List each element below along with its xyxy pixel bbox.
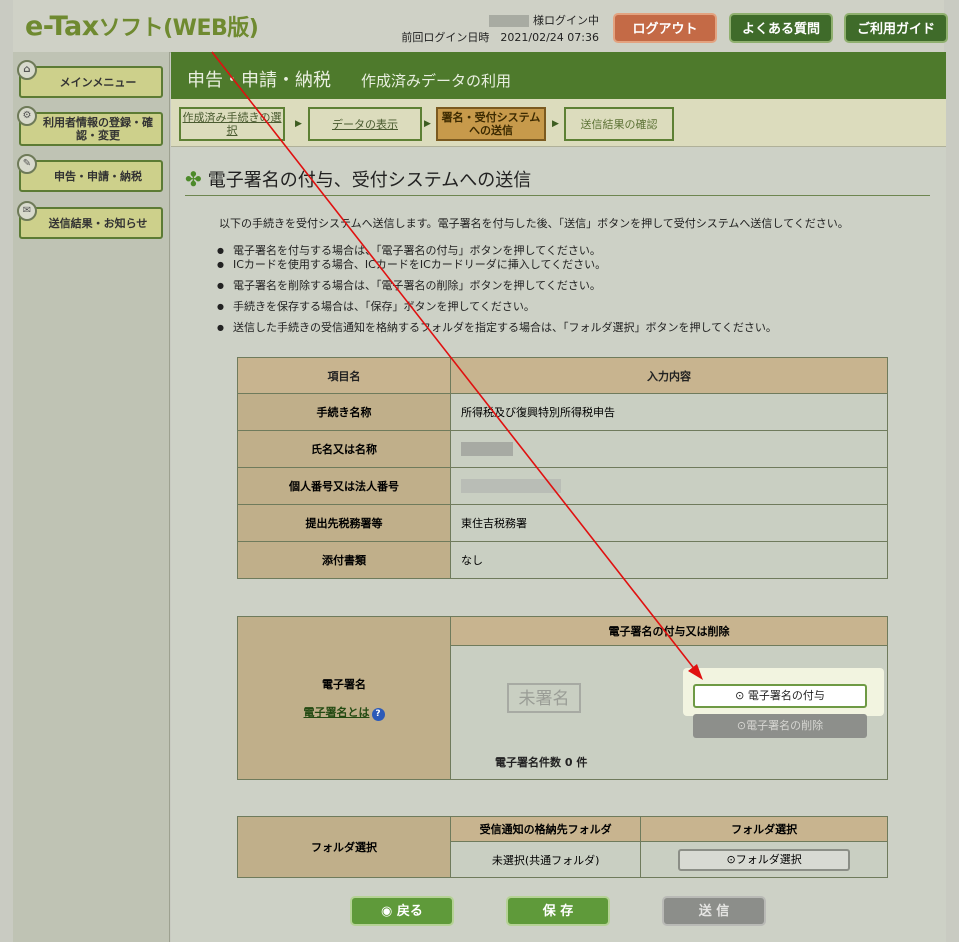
page: e-Taxソフト(WEB版) 様ログイン中 前回ログイン日時 2021/02/2…: [0, 0, 959, 942]
instruction-list: 電子署名を付与する場合は、「電子署名の付与」ボタンを押してください。 ICカード…: [217, 244, 777, 342]
table-row: 手続き名称 所得税及び復興特別所得税申告: [237, 393, 888, 431]
main-content: 申告・申請・納税 作成済みデータの利用 作成済み手続きの選択 ▶ データの表示 …: [171, 52, 946, 942]
section-title: ✤ 電子署名の付与、受付システムへの送信: [185, 167, 532, 191]
title-divider: [185, 195, 930, 196]
procedure-info-table: 項目名 入力内容 手続き名称 所得税及び復興特別所得税申告 氏名又は名称 個人番…: [237, 357, 888, 579]
signature-table: 電子署名 電子署名とは? 電子署名の付与又は削除 未署名 ⊙ 電子署名の付与 ⊙…: [237, 616, 888, 780]
step-sign-send: 署名・受付システムへの送信: [436, 107, 546, 141]
header: e-Taxソフト(WEB版) 様ログイン中 前回ログイン日時 2021/02/2…: [13, 0, 948, 53]
unsigned-status: 未署名: [507, 683, 581, 713]
step-arrow-icon: ▶: [424, 119, 431, 129]
row-label: 個人番号又は法人番号: [237, 467, 451, 505]
folder-button-cell: ⊙フォルダ選択: [640, 841, 888, 878]
instruction-subitem: ICカードを使用する場合、ICカードをICカードリーダに挿入してください。: [217, 258, 777, 272]
step-result-check: 送信結果の確認: [564, 107, 674, 141]
faq-button[interactable]: よくある質問: [729, 13, 833, 43]
sidebar-item-main-menu[interactable]: ⌂ メインメニュー: [17, 60, 163, 98]
intro-text: 以下の手続きを受付システムへ送信します。電子署名を付与した後、「送信」ボタンを押…: [219, 217, 849, 230]
instruction-item: 電子署名を付与する場合は、「電子署名の付与」ボタンを押してください。: [217, 244, 777, 258]
col-header-input: 入力内容: [450, 357, 888, 394]
row-value: なし: [450, 541, 888, 579]
table-row: 添付書類 なし: [237, 541, 888, 579]
document-icon: ✎: [17, 154, 37, 174]
redacted-number: [461, 479, 561, 493]
login-info: 様ログイン中 前回ログイン日時 2021/02/24 07:36: [401, 14, 599, 44]
signature-header: 電子署名の付与又は削除: [450, 616, 888, 646]
delete-signature-button: ⊙電子署名の削除: [693, 714, 867, 738]
clover-icon: ✤: [185, 167, 202, 191]
sidebar-item-results[interactable]: ✉ 送信結果・お知らせ: [17, 201, 163, 239]
page-subtitle: 作成済みデータの利用: [361, 72, 512, 90]
col-header-folder: 受信通知の格納先フォルダ: [449, 816, 642, 842]
help-icon[interactable]: ?: [371, 707, 385, 721]
table-row: 氏名又は名称: [237, 430, 888, 468]
instruction-item: 電子署名を削除する場合は、「電子署名の削除」ボタンを押してください。: [217, 279, 777, 293]
table-row: 個人番号又は法人番号: [237, 467, 888, 505]
table-row: 提出先税務署等 東住吉税務署: [237, 504, 888, 542]
signature-label: 電子署名: [322, 677, 366, 691]
what-is-signature-link[interactable]: 電子署名とは: [304, 706, 370, 719]
sidebar-item-user-info[interactable]: ⚙ 利用者情報の登録・確認・変更: [17, 106, 163, 146]
add-signature-button[interactable]: ⊙ 電子署名の付与: [693, 684, 867, 708]
row-value: [450, 467, 888, 505]
title-bar: 申告・申請・納税 作成済みデータの利用: [171, 52, 946, 99]
step-select-procedure[interactable]: 作成済み手続きの選択: [179, 107, 285, 141]
row-label: 手続き名称: [237, 393, 451, 431]
folder-select-button[interactable]: ⊙フォルダ選択: [678, 848, 851, 871]
col-header-select: フォルダ選択: [640, 816, 888, 842]
folder-label: フォルダ選択: [237, 816, 451, 878]
sidebar-item-declaration[interactable]: ✎ 申告・申請・納税: [17, 154, 163, 192]
step-arrow-icon: ▶: [552, 119, 559, 129]
guide-button[interactable]: ご利用ガイド: [844, 13, 948, 43]
instruction-item: 送信した手続きの受信通知を格納するフォルダを指定する場合は、「フォルダ選択」ボタ…: [217, 321, 777, 335]
row-label: 添付書類: [237, 541, 451, 579]
sidebar: ⌂ メインメニュー ⚙ 利用者情報の登録・確認・変更 ✎ 申告・申請・納税 ✉ …: [13, 52, 170, 942]
folder-table: フォルダ選択 受信通知の格納先フォルダ フォルダ選択 未選択(共通フォルダ) ⊙…: [237, 816, 888, 878]
redacted-username: [489, 15, 529, 27]
redacted-name: [461, 442, 513, 456]
send-button: 送 信: [662, 896, 766, 926]
save-button[interactable]: 保 存: [506, 896, 610, 926]
row-value: [450, 430, 888, 468]
row-label: 氏名又は名称: [237, 430, 451, 468]
etax-logo[interactable]: e-Taxソフト(WEB版): [25, 10, 259, 42]
signature-count: 電子署名件数 0 件: [495, 756, 588, 769]
row-label: 提出先税務署等: [237, 504, 451, 542]
row-value: 所得税及び復興特別所得税申告: [450, 393, 888, 431]
folder-value: 未選択(共通フォルダ): [449, 841, 642, 878]
step-data-display[interactable]: データの表示: [308, 107, 422, 141]
signature-body: 未署名 ⊙ 電子署名の付与 ⊙電子署名の削除 電子署名件数 0 件: [450, 645, 888, 780]
page-title: 申告・申請・納税: [187, 70, 331, 91]
row-value: 東住吉税務署: [450, 504, 888, 542]
home-icon: ⌂: [17, 60, 37, 80]
mail-icon: ✉: [17, 201, 37, 221]
settings-icon: ⚙: [17, 106, 37, 126]
logout-button[interactable]: ログアウト: [613, 13, 717, 43]
back-button[interactable]: ◉ 戻る: [350, 896, 454, 926]
signature-label-cell: 電子署名 電子署名とは?: [237, 616, 451, 780]
step-navigation: 作成済み手続きの選択 ▶ データの表示 ▶ 署名・受付システムへの送信 ▶ 送信…: [171, 99, 946, 147]
col-header-item: 項目名: [237, 357, 451, 394]
step-arrow-icon: ▶: [295, 119, 302, 129]
instruction-item: 手続きを保存する場合は、「保存」ボタンを押してください。: [217, 300, 777, 314]
